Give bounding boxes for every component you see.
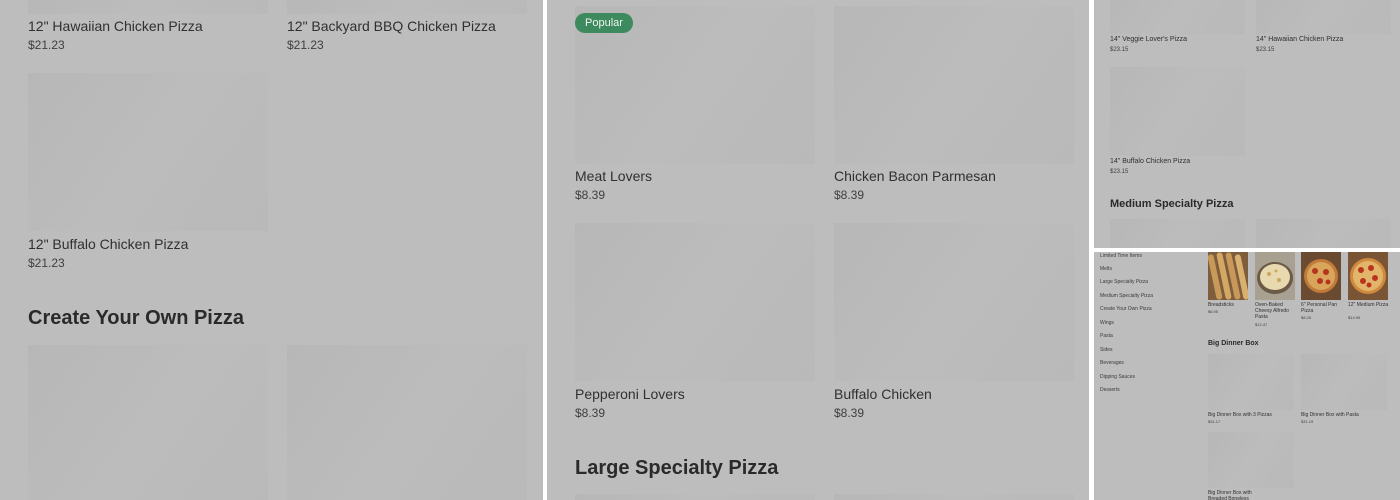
menu-item-image[interactable] [834,494,1074,500]
menu-item-image[interactable] [1110,67,1245,156]
menu-item-price: $21.23 [28,256,65,270]
section-heading: Medium Specialty Pizza [1110,198,1234,210]
sidebar-item-desserts[interactable]: Desserts [1100,387,1120,393]
menu-item-price: $8.39 [575,188,606,202]
menu-item-price: $8.25 [1301,315,1312,320]
menu-item-name[interactable]: 12" Backyard BBQ Chicken Pizza [287,18,496,34]
section-heading: Big Dinner Box [1208,340,1259,347]
menu-item-price: $6.95 [1208,309,1219,314]
breadsticks-image[interactable] [1208,252,1248,300]
menu-item-price: $23.15 [1110,47,1129,53]
menu-item-name[interactable]: 6" Personal Pan Pizza [1301,302,1345,314]
menu-item-image[interactable] [1208,354,1294,410]
menu-item-price: $23.15 [1256,47,1275,53]
sidebar-item-large-specialty[interactable]: Large Specialty Pizza [1100,279,1148,285]
menu-item-price: $12.47 [1255,322,1268,327]
sidebar-item-wings[interactable]: Wings [1100,320,1114,326]
menu-item-name[interactable]: Chicken Bacon Parmesan [834,168,996,184]
sidebar-item-dipping-sauces[interactable]: Dipping Sauces [1100,374,1135,380]
menu-panel-popular-pizzas: Popular Meat Lovers $8.39 Chicken Bacon … [547,0,1089,500]
menu-item-price: $31.17 [1208,419,1221,424]
menu-item-image[interactable] [287,0,527,14]
menu-item-image[interactable] [575,223,815,381]
menu-item-name[interactable]: 12" Buffalo Chicken Pizza [28,236,188,252]
menu-item-name[interactable]: 12" Hawaiian Chicken Pizza [28,18,203,34]
menu-item-image[interactable] [1110,219,1245,248]
menu-item-image[interactable] [1301,354,1387,410]
menu-item-name[interactable]: Big Dinner Box with Pasta [1301,412,1387,418]
menu-item-price: $31.19 [1301,419,1314,424]
menu-panel-sides-and-boxes: Limited Time Items Melts Large Specialty… [1094,252,1400,500]
menu-item-image[interactable] [834,223,1074,381]
sidebar-item-medium-specialty[interactable]: Medium Specialty Pizza [1100,293,1153,299]
menu-item-name[interactable]: Meat Lovers [575,168,652,184]
sidebar-item-sides[interactable]: Sides [1100,347,1113,353]
sidebar-item-limited-time[interactable]: Limited Time Items [1100,253,1142,259]
menu-item-price: $8.39 [575,406,606,420]
menu-item-image[interactable] [575,494,815,500]
menu-item-price: $23.15 [1110,169,1129,175]
menu-item-name[interactable]: Big Dinner Box with 3 Pizzas [1208,412,1294,418]
menu-item-image[interactable] [28,73,268,231]
menu-item-image[interactable] [28,0,268,14]
menu-item-name[interactable]: Breadsticks [1208,302,1252,308]
menu-item-name[interactable]: Buffalo Chicken [834,386,932,402]
menu-item-image[interactable] [1110,0,1245,34]
pan-pizza-image[interactable] [1301,252,1341,300]
sidebar-item-beverages[interactable]: Beverages [1100,360,1124,366]
medium-pizza-image[interactable] [1348,252,1388,300]
menu-item-image[interactable] [287,345,527,500]
menu-item-image[interactable] [1208,432,1294,488]
menu-item-price: $21.23 [287,38,324,52]
menu-item-name[interactable]: Oven-Baked Cheesy Alfredo Pasta [1255,302,1299,320]
sidebar-item-pasta[interactable]: Pasta [1100,333,1113,339]
menu-item-image[interactable] [834,6,1074,164]
menu-item-price: $14.99 [1348,315,1361,320]
menu-item-name[interactable]: Pepperoni Lovers [575,386,685,402]
menu-panel-large-pizzas: 14" Veggie Lover's Pizza $23.15 14" Hawa… [1094,0,1400,248]
menu-item-name[interactable]: 14" Veggie Lover's Pizza [1110,36,1187,43]
sidebar-item-create-your-own[interactable]: Create Your Own Pizza [1100,306,1152,312]
menu-item-price: $8.39 [834,188,865,202]
menu-item-image[interactable] [1256,0,1391,34]
menu-item-image[interactable] [28,345,268,500]
popular-badge: Popular [575,13,633,33]
menu-item-name[interactable]: Big Dinner Box with Breaded Boneless Win… [1208,490,1252,500]
pasta-image[interactable] [1255,252,1295,300]
sidebar-item-melts[interactable]: Melts [1100,266,1112,272]
menu-item-name[interactable]: 14" Hawaiian Chicken Pizza [1256,36,1343,43]
menu-item-name[interactable]: 14" Buffalo Chicken Pizza [1110,158,1190,165]
menu-item-price: $21.23 [28,38,65,52]
section-heading: Create Your Own Pizza [28,307,244,329]
menu-panel-small-pizzas: 12" Hawaiian Chicken Pizza $21.23 12" Ba… [0,0,543,500]
menu-item-price: $8.39 [834,406,865,420]
menu-item-name[interactable]: 12" Medium Pizza [1348,302,1392,308]
menu-item-image[interactable] [1256,219,1391,248]
section-heading: Large Specialty Pizza [575,457,779,479]
